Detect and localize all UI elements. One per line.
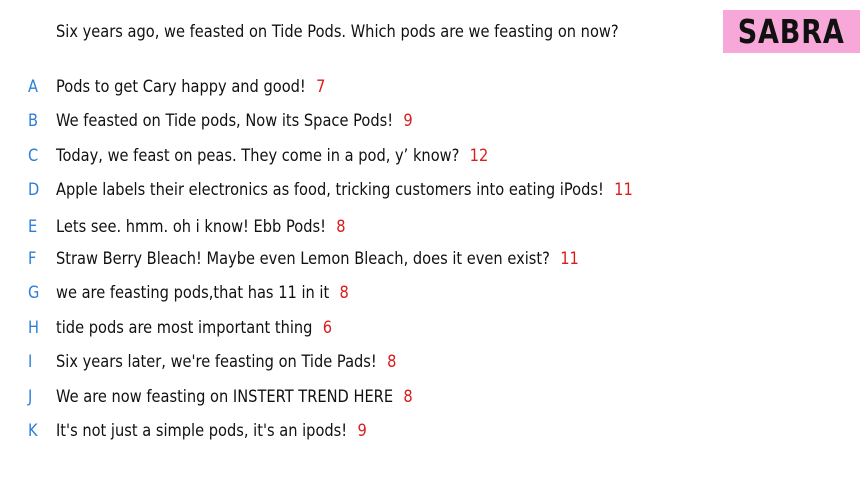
answer-text: we are feasting pods,that has 11 in it — [56, 283, 330, 303]
answer-content: we are feasting pods,that has 11 in it 8 — [56, 283, 349, 303]
answer-score: 11 — [560, 249, 579, 269]
answer-letter: G — [28, 283, 40, 303]
answer-content: Lets see. hmm. oh i know! Ebb Pods! 8 — [56, 217, 346, 237]
answer-letter: D — [28, 180, 40, 200]
answer-content: Six years later, we're feasting on Tide … — [56, 352, 396, 372]
answer-text: Today, we feast on peas. They come in a … — [56, 146, 460, 166]
answer-score: 8 — [336, 217, 346, 237]
answer-text: We feasted on Tide pods, Now its Space P… — [56, 111, 394, 131]
answer-letter: K — [28, 421, 38, 441]
player-name-label: SABRA — [738, 12, 845, 51]
answer-text: Straw Berry Bleach! Maybe even Lemon Ble… — [56, 249, 550, 269]
answer-content: It's not just a simple pods, it's an ipo… — [56, 421, 367, 441]
answer-content: We are now feasting on INSTERT TREND HER… — [56, 387, 413, 407]
answer-score: 9 — [403, 111, 413, 131]
answer-content: Today, we feast on peas. They come in a … — [56, 146, 488, 166]
answer-content: tide pods are most important thing 6 — [56, 318, 332, 338]
answer-letter: C — [28, 146, 39, 166]
answer-text: Lets see. hmm. oh i know! Ebb Pods! — [56, 217, 326, 237]
answer-score: 11 — [614, 180, 633, 200]
answer-letter: H — [28, 318, 40, 338]
answer-letter: J — [28, 387, 33, 407]
answer-content: Apple labels their electronics as food, … — [56, 180, 633, 200]
answer-score: 7 — [316, 77, 326, 97]
answer-letter: E — [28, 217, 38, 237]
answer-content: We feasted on Tide pods, Now its Space P… — [56, 111, 413, 131]
answer-letter: A — [28, 77, 39, 97]
answer-score: 12 — [469, 146, 489, 166]
answer-letter: B — [28, 111, 39, 131]
answer-text: Apple labels their electronics as food, … — [56, 180, 604, 200]
answer-letter: F — [28, 249, 37, 269]
answer-text: Six years later, we're feasting on Tide … — [56, 352, 377, 372]
answer-letter: I — [28, 352, 33, 372]
answer-score: 9 — [357, 421, 367, 441]
question-prompt: Six years ago, we feasted on Tide Pods. … — [56, 22, 619, 42]
answer-score: 8 — [387, 352, 397, 372]
answer-text: Pods to get Cary happy and good! — [56, 77, 306, 97]
answer-score: 8 — [403, 387, 413, 407]
answer-text: It's not just a simple pods, it's an ipo… — [56, 421, 348, 441]
answer-score: 8 — [339, 283, 349, 303]
player-name-badge: SABRA — [723, 10, 860, 53]
answer-score: 6 — [322, 318, 333, 338]
answer-content: Straw Berry Bleach! Maybe even Lemon Ble… — [56, 249, 579, 269]
answer-text: tide pods are most important thing — [56, 318, 313, 338]
answer-content: Pods to get Cary happy and good! 7 — [56, 77, 325, 97]
answer-text: We are now feasting on INSTERT TREND HER… — [56, 387, 394, 407]
